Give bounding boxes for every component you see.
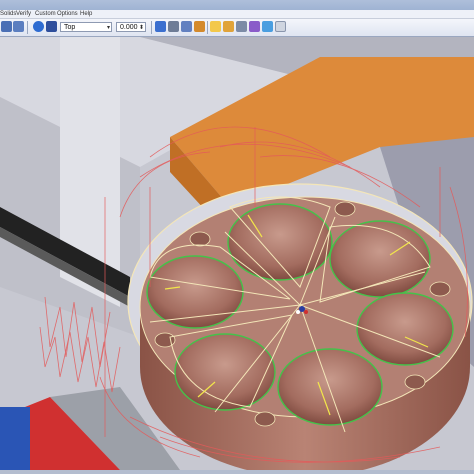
- view-select[interactable]: Top ▾: [60, 22, 112, 32]
- toolbar-separator: [151, 21, 152, 34]
- redo-icon[interactable]: [13, 21, 24, 32]
- shaded-icon[interactable]: [223, 21, 234, 32]
- grid-icon[interactable]: [275, 21, 286, 32]
- chevron-down-icon[interactable]: ▾: [107, 23, 110, 33]
- toolbar-separator: [207, 21, 208, 34]
- info-icon[interactable]: [33, 21, 44, 32]
- toolbar: Top ▾ 0.000 ⬍: [0, 19, 474, 37]
- spin-icon[interactable]: ⬍: [139, 23, 144, 33]
- menu-solids[interactable]: Solids: [0, 10, 16, 18]
- rotate-icon[interactable]: [181, 21, 192, 32]
- toolbar-separator: [27, 21, 28, 34]
- edit-icon[interactable]: [262, 21, 273, 32]
- menu-verify[interactable]: Verify: [16, 10, 31, 18]
- origin-dot: [299, 306, 305, 312]
- wire-icon[interactable]: [236, 21, 247, 32]
- menu-custom[interactable]: Custom: [35, 10, 56, 18]
- menu-help[interactable]: Help: [80, 10, 92, 18]
- clear-icon[interactable]: [46, 21, 57, 32]
- value-field-text: 0.000: [120, 24, 138, 31]
- pocket-3: [356, 292, 454, 366]
- origin-dot-red: [304, 310, 308, 314]
- bolt-hole: [429, 281, 451, 297]
- bolt-hole: [189, 231, 211, 247]
- menu-bar: Solids Verify Custom Options Help: [0, 10, 474, 19]
- blue-block: [0, 407, 30, 470]
- menu-options[interactable]: Options: [57, 10, 78, 18]
- pocket-5: [174, 333, 276, 411]
- bolt-hole: [334, 201, 356, 217]
- bolt-hole: [254, 411, 276, 427]
- fit-icon[interactable]: [210, 21, 221, 32]
- graphics-viewport[interactable]: [0, 37, 474, 470]
- back-icon[interactable]: [1, 21, 12, 32]
- zoom-icon[interactable]: [168, 21, 179, 32]
- settings-icon[interactable]: [249, 21, 260, 32]
- home-icon[interactable]: [194, 21, 205, 32]
- status-bar: [0, 470, 474, 474]
- bolt-hole: [404, 374, 426, 390]
- value-field[interactable]: 0.000 ⬍: [116, 22, 146, 32]
- origin-dot-white: [296, 310, 300, 314]
- pan-icon[interactable]: [155, 21, 166, 32]
- simulation-scene: [0, 37, 474, 470]
- pocket-2: [329, 220, 431, 298]
- view-select-value: Top: [64, 24, 76, 31]
